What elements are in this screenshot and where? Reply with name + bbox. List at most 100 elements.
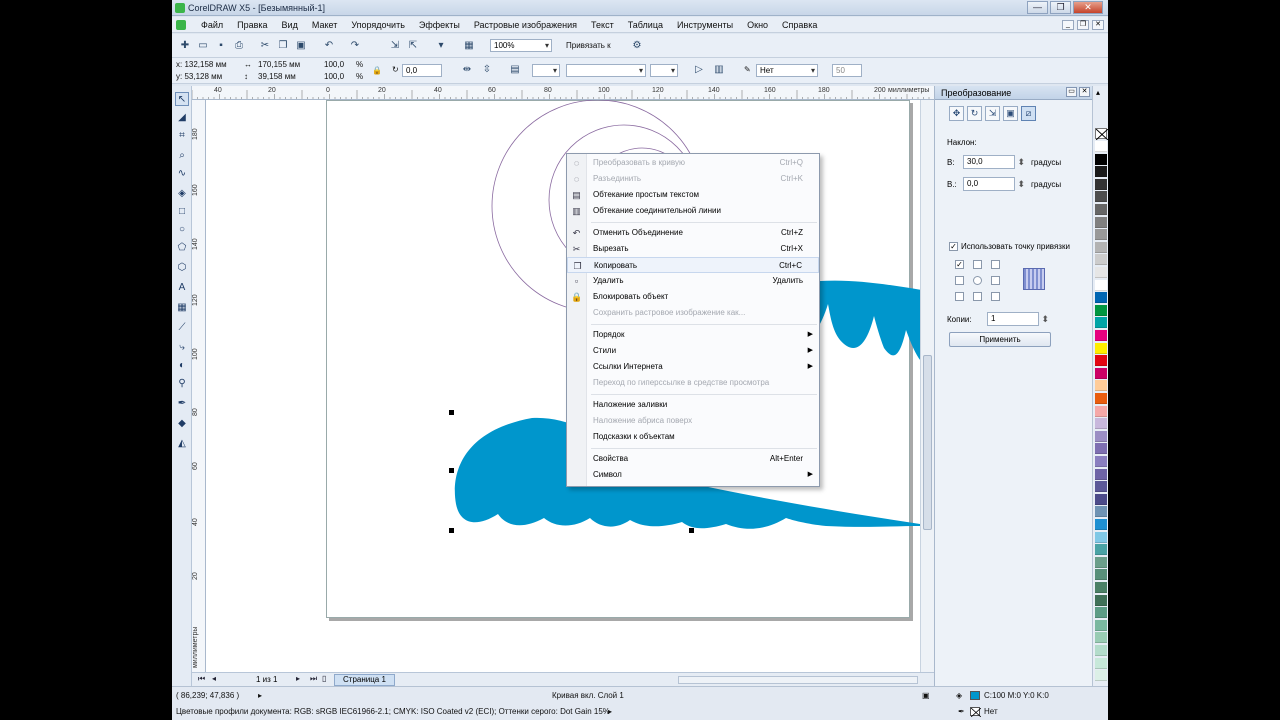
doc-restore-button[interactable]: ❐: [1077, 19, 1089, 30]
palette-swatch[interactable]: [1095, 166, 1107, 178]
interactive-fill-icon[interactable]: ◭: [175, 436, 189, 450]
menu-item[interactable]: ▥ Обтекание соединительной линии: [567, 203, 819, 219]
anchor-top-center[interactable]: [973, 260, 982, 269]
freehand-tool-icon[interactable]: ∿: [175, 166, 189, 180]
anchor-bottom-right[interactable]: [991, 292, 1000, 301]
minimize-button[interactable]: —: [1027, 1, 1048, 14]
play-icon[interactable]: ▷: [692, 63, 706, 76]
palette-swatch[interactable]: [1095, 367, 1107, 379]
welcome-screen-icon[interactable]: ▦: [462, 39, 476, 52]
close-button[interactable]: ✕: [1073, 1, 1103, 14]
snap-to-dropdown[interactable]: Привязать к: [566, 41, 611, 50]
horizontal-ruler[interactable]: 40 20 0 20 40 60 80 100 120 140 160 180 …: [192, 86, 934, 100]
menu-item[interactable]: Подсказки к объектам: [567, 429, 819, 445]
anchor-middle-left[interactable]: [955, 276, 964, 285]
object-width[interactable]: 170,155 мм: [258, 60, 300, 69]
palette-swatch[interactable]: [1095, 292, 1107, 304]
palette-swatch[interactable]: [1095, 657, 1107, 669]
menu-item[interactable]: ❐ Копировать Ctrl+C: [567, 257, 819, 273]
menu-item[interactable]: ✂ Вырезать Ctrl+X: [567, 241, 819, 257]
lock-ratio-icon[interactable]: 🔒: [372, 66, 382, 75]
menu-view[interactable]: Вид: [275, 20, 305, 30]
palette-swatch[interactable]: [1095, 456, 1107, 467]
menu-layout[interactable]: Макет: [305, 20, 344, 30]
skew-h-input[interactable]: 30,0: [963, 155, 1025, 169]
line-end-select[interactable]: [650, 64, 678, 77]
blend-tool-icon[interactable]: ◐: [175, 358, 189, 372]
save-icon[interactable]: ▪: [214, 39, 228, 52]
dimension-tool-icon[interactable]: ⟋: [175, 320, 189, 334]
rotate-icon[interactable]: ↻: [967, 106, 982, 121]
palette-swatch[interactable]: [1095, 544, 1107, 556]
color-profile-info[interactable]: Цветовые профили документа: RGB: sRGB IE…: [176, 707, 610, 716]
palette-swatch[interactable]: [1095, 204, 1107, 215]
paste-icon[interactable]: ▣: [294, 39, 308, 52]
palette-swatch[interactable]: [1095, 519, 1107, 530]
palette-swatch[interactable]: [1095, 393, 1107, 404]
anchor-bottom-left[interactable]: [955, 292, 964, 301]
doc-close-button[interactable]: ✕: [1092, 19, 1104, 30]
menu-item[interactable]: Символ ▶: [567, 467, 819, 483]
application-launcher-icon[interactable]: ▾: [434, 39, 448, 52]
menu-item[interactable]: Ссылки Интернета ▶: [567, 359, 819, 375]
anchor-middle-right[interactable]: [991, 276, 1000, 285]
menu-tools[interactable]: Инструменты: [670, 20, 740, 30]
palette-swatch[interactable]: [1095, 178, 1107, 190]
polygon-tool-icon[interactable]: ⬠: [175, 240, 189, 254]
palette-swatch[interactable]: [1095, 342, 1107, 354]
color-proof-icon[interactable]: ▣: [922, 691, 930, 700]
apply-button[interactable]: Применить: [949, 332, 1051, 347]
zoom-level-select[interactable]: 100%: [490, 39, 552, 52]
mirror-horizontal-icon[interactable]: ⇹: [460, 63, 474, 76]
palette-swatch[interactable]: [1095, 468, 1107, 480]
docker-minimize-button[interactable]: ▭: [1066, 87, 1077, 97]
palette-swatch[interactable]: [1095, 355, 1107, 367]
palette-swatch[interactable]: [1095, 506, 1107, 518]
copy-icon[interactable]: ❐: [276, 39, 290, 52]
palette-swatch[interactable]: [1095, 493, 1107, 505]
palette-swatch[interactable]: [1095, 594, 1107, 606]
outline-pen-icon[interactable]: ✒: [175, 396, 189, 410]
text-wrap-icon[interactable]: ▥: [712, 63, 726, 76]
palette-swatch[interactable]: [1095, 531, 1107, 543]
eyedropper-tool-icon[interactable]: ⚲: [175, 376, 189, 390]
profile-arrow-icon[interactable]: ▸: [608, 707, 612, 716]
line-start-select[interactable]: [532, 64, 560, 77]
size-icon[interactable]: ▣: [1003, 106, 1018, 121]
options-icon[interactable]: ⚙: [630, 39, 644, 52]
palette-swatch[interactable]: [1095, 418, 1107, 430]
table-tool-icon[interactable]: ▦: [175, 300, 189, 314]
rectangle-tool-icon[interactable]: □: [175, 204, 189, 218]
menu-item[interactable]: Наложение заливки: [567, 397, 819, 413]
add-page-icon[interactable]: ▯: [322, 674, 326, 683]
menu-table[interactable]: Таблица: [621, 20, 670, 30]
text-tool-icon[interactable]: A: [175, 280, 189, 294]
skew-icon[interactable]: ⧄: [1021, 106, 1036, 121]
redo-icon[interactable]: ↷: [348, 39, 362, 52]
palette-swatch[interactable]: [1095, 267, 1107, 278]
anchor-center[interactable]: [973, 276, 982, 285]
palette-swatch[interactable]: [1095, 141, 1107, 152]
restore-button[interactable]: ❐: [1050, 1, 1071, 14]
menu-item[interactable]: ↶ Отменить Объединение Ctrl+Z: [567, 225, 819, 241]
next-page-icon[interactable]: ▸: [296, 674, 300, 683]
y-position[interactable]: y: 53,128 мм: [176, 72, 222, 81]
doc-minimize-button[interactable]: _: [1062, 19, 1074, 30]
align-icon[interactable]: ▤: [508, 63, 522, 76]
palette-swatch[interactable]: [1095, 380, 1107, 392]
palette-swatch[interactable]: [1095, 556, 1107, 568]
mirror-vertical-icon[interactable]: ⇳: [480, 63, 494, 76]
ellipse-tool-icon[interactable]: ○: [175, 222, 189, 236]
menu-item[interactable]: ▤ Обтекание простым текстом: [567, 187, 819, 203]
menu-help[interactable]: Справка: [775, 20, 824, 30]
palette-swatch[interactable]: [1095, 645, 1107, 656]
menu-edit[interactable]: Правка: [230, 20, 274, 30]
palette-swatch[interactable]: [1095, 317, 1107, 329]
menu-item[interactable]: Стили ▶: [567, 343, 819, 359]
scroll-thumb[interactable]: [923, 355, 932, 530]
menu-text[interactable]: Текст: [584, 20, 621, 30]
anchor-top-left[interactable]: ✓: [955, 260, 964, 269]
position-icon[interactable]: ✥: [949, 106, 964, 121]
menu-arrange[interactable]: Упорядочить: [344, 20, 412, 30]
palette-swatch[interactable]: [1095, 405, 1107, 417]
